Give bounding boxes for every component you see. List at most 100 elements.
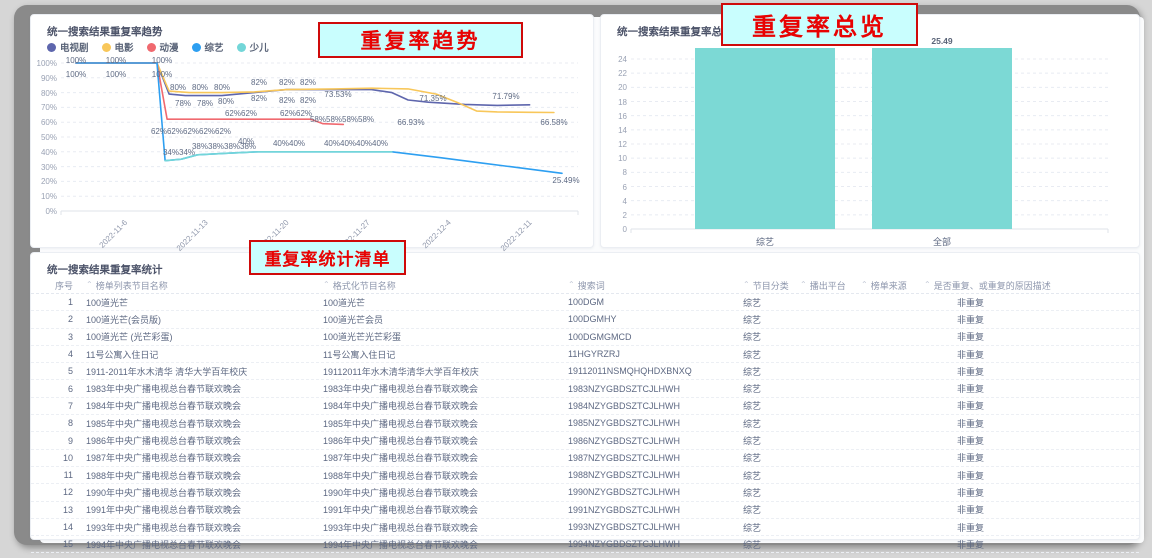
column-header-1[interactable]: 序号 [31,279,79,292]
y-axis-tick-label: 8 [601,168,627,177]
table-cell: 6 [31,384,79,394]
legend-item-综艺[interactable]: 综艺 [192,40,224,54]
table-cell: 非重复 [917,348,1139,361]
annotation-overview-label: 重复率总览 [721,3,918,46]
table-cell: 非重复 [917,538,1139,551]
table-cell: 非重复 [917,417,1139,430]
sort-caret-icon[interactable]: ⌃ [86,281,93,289]
data-label: 62%62% [225,109,257,118]
table-row: 1100道光芒100道光芒100DGM综艺非重复 [31,293,1139,311]
table-row: 141993年中央广播电视总台春节联欢晚会1993年中央广播电视总台春节联欢晚会… [31,519,1139,536]
table-cell: 19112011NSMQHQHDXBNXQ [561,366,736,376]
table-cell: 14 [31,522,79,532]
trend-chart-legend: 电视剧电影 动漫综艺少儿 [47,40,269,54]
data-label: 100% [152,70,172,79]
y-axis-tick-label: 22 [601,69,627,78]
stats-table-panel: 统一搜索结果重复率统计 序号⌃榜单列表节目名称⌃格式化节目名称⌃搜索词⌃节目分类… [30,252,1140,540]
column-header-label: 榜单来源 [871,279,907,292]
table-row: 111988年中央广播电视总台春节联欢晚会1988年中央广播电视总台春节联欢晚会… [31,467,1139,484]
table-row: 3100道光芒 (光芒彩蛋)100道光芒光芒彩蛋100DGMGMCD综艺非重复 [31,329,1139,346]
sort-caret-icon[interactable]: ⌃ [323,281,330,289]
table-cell: 1990NZYGBDSZTCJLHWH [561,487,736,497]
table-cell: 非重复 [917,382,1139,395]
data-label: 62%62%62%62%62% [151,127,231,136]
column-header-label: 节目分类 [753,279,789,292]
table-cell: 综艺 [736,538,793,551]
table-cell: 1988NZYGBDSZTCJLHWH [561,470,736,480]
legend-item-少儿[interactable]: 少儿 [237,40,269,54]
table-row: 91986年中央广播电视总台春节联欢晚会1986年中央广播电视总台春节联欢晚会1… [31,432,1139,449]
table-cell: 1987年中央广播电视总台春节联欢晚会 [79,451,316,464]
sort-caret-icon[interactable]: ⌃ [800,281,807,289]
table-cell: 综艺 [736,503,793,516]
table-cell: 综艺 [736,330,793,343]
table-row: 411号公寓入住日记11号公寓入住日记11HGYRZRJ综艺非重复 [31,346,1139,363]
table-cell: 综艺 [736,365,793,378]
column-header-2[interactable]: ⌃榜单列表节目名称 [79,279,316,292]
y-axis-tick-label: 2 [601,211,627,220]
dashboard-screen: 统一搜索结果重复率趋势 电视剧电影动漫综艺少儿 0%10%20%30%40%50… [0,0,1152,558]
column-header-label: 播出平台 [810,279,846,292]
y-axis-tick-label: 30% [31,163,57,172]
y-axis-tick-label: 18 [601,98,627,107]
table-row: 61983年中央广播电视总台春节联欢晚会1983年中央广播电视总台春节联欢晚会1… [31,380,1139,397]
legend-item-电影[interactable]: 电影 [102,40,134,54]
bar-全部[interactable] [872,48,1012,229]
column-header-7[interactable]: ⌃榜单来源 [854,279,917,292]
table-cell: 11号公寓入住日记 [316,348,561,361]
table-cell: 9 [31,436,79,446]
table-cell: 100DGMGMCD [561,332,736,342]
bar-综艺[interactable] [695,48,835,229]
table-cell: 1994年中央广播电视总台春节联欢晚会 [316,538,561,551]
data-label: 40%40% [273,139,305,148]
sort-caret-icon[interactable]: ⌃ [924,281,931,289]
legend-label: 动漫 [160,40,179,54]
y-axis-tick-label: 6 [601,183,627,192]
data-label: 40%40%40%40% [324,139,388,148]
bar-value-label: 25.49 [931,36,952,46]
bar-category-label: 全部 [933,235,951,248]
y-axis-tick-label: 20 [601,83,627,92]
table-cell: 1990年中央广播电视总台春节联欢晚会 [79,486,316,499]
table-cell: 1985年中央广播电视总台春节联欢晚会 [316,417,561,430]
table-cell: 13 [31,505,79,515]
sort-caret-icon[interactable]: ⌃ [743,281,750,289]
overview-chart-canvas [601,15,1139,247]
sort-caret-icon[interactable]: ⌃ [568,281,575,289]
table-row: 121990年中央广播电视总台春节联欢晚会1990年中央广播电视总台春节联欢晚会… [31,484,1139,501]
legend-item-动漫[interactable]: 动漫 [147,40,179,54]
table-cell: 综艺 [736,486,793,499]
legend-item-电视剧[interactable]: 电视剧 [47,40,89,54]
table-cell: 8 [31,418,79,428]
table-cell: 非重复 [917,434,1139,447]
y-axis-tick-label: 24 [601,55,627,64]
column-header-label: 是否重复、或重复的原因描述 [934,279,1051,292]
table-cell: 10 [31,453,79,463]
column-header-label: 格式化节目名称 [333,279,396,292]
data-label: 78% [197,99,213,108]
column-header-8[interactable]: ⌃是否重复、或重复的原因描述 [917,279,1139,292]
table-cell: 7 [31,401,79,411]
table-cell: 1988年中央广播电视总台春节联欢晚会 [79,469,316,482]
bar-category-label: 综艺 [756,235,774,248]
y-axis-tick-label: 70% [31,103,57,112]
table-cell: 非重复 [917,399,1139,412]
sort-caret-icon[interactable]: ⌃ [861,281,868,289]
column-header-4[interactable]: ⌃搜索词 [561,279,736,292]
column-header-6[interactable]: ⌃播出平台 [793,279,854,292]
legend-dot-icon [102,43,111,52]
table-cell: 100道光芒 (光芒彩蛋) [79,330,316,343]
table-cell: 100道光芒光芒彩蛋 [316,330,561,343]
table-cell: 综艺 [736,417,793,430]
data-label: 100% [66,56,86,65]
column-header-3[interactable]: ⌃格式化节目名称 [316,279,561,292]
table-cell: 100道光芒(会员版) [79,313,316,326]
annotation-table-label: 重复率统计清单 [249,240,406,275]
column-header-5[interactable]: ⌃节目分类 [736,279,793,292]
table-cell: 1994NZYGBDSZTCJLHWH [561,539,736,549]
y-axis-tick-label: 12 [601,140,627,149]
table-cell: 综艺 [736,469,793,482]
column-header-label: 搜索词 [578,279,605,292]
data-label: 82% [251,78,267,87]
table-cell: 1987年中央广播电视总台春节联欢晚会 [316,451,561,464]
